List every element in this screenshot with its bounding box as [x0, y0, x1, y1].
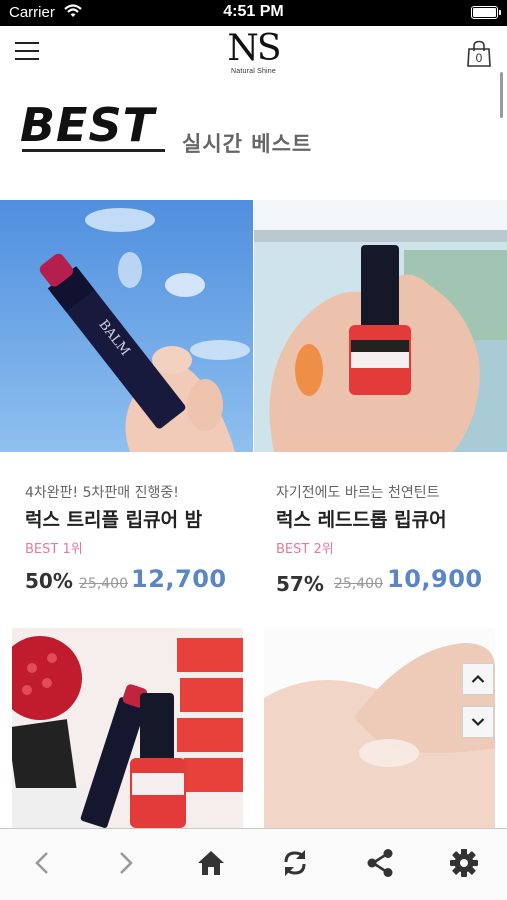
original-price: 25,400 — [334, 576, 383, 592]
product-card[interactable]: 자기전에도 바르는 천연틴트 럭스 레드드롭 립큐어 BEST 2위 57% 2… — [254, 200, 507, 610]
scrollbar[interactable] — [500, 72, 503, 118]
cart-button[interactable]: 0 — [466, 40, 492, 68]
bottom-toolbar — [0, 828, 507, 900]
scroll-top-button[interactable] — [462, 663, 494, 695]
chevron-right-icon — [120, 852, 133, 874]
brand-logo[interactable]: NS Natural Shine — [0, 28, 507, 76]
product-image[interactable]: BALM — [0, 200, 253, 452]
product-card[interactable] — [264, 628, 495, 828]
share-icon — [367, 849, 393, 877]
settings-button[interactable] — [444, 843, 484, 883]
product-image[interactable] — [254, 200, 507, 452]
product-card[interactable] — [12, 628, 243, 828]
back-button[interactable] — [22, 843, 62, 883]
product-tagline: 4차완판! 5차판매 진행중! — [25, 485, 179, 501]
product-image[interactable] — [12, 628, 243, 828]
title-underline — [22, 149, 165, 152]
home-icon — [198, 851, 224, 875]
scroll-bottom-button[interactable] — [462, 706, 494, 738]
status-bar: Carrier 4:51 PM — [0, 0, 507, 26]
share-button[interactable] — [360, 843, 400, 883]
chevron-down-icon — [471, 718, 485, 727]
home-button[interactable] — [191, 843, 231, 883]
product-tagline: 자기전에도 바르는 천연틴트 — [276, 485, 440, 501]
discount-rate: 50% — [25, 569, 73, 593]
best-rank-badge: BEST 2위 — [276, 542, 334, 557]
app-header: NS Natural Shine 0 — [0, 26, 507, 84]
sale-price: 12,700 — [131, 565, 227, 593]
clock: 4:51 PM — [223, 3, 284, 20]
section-title: BEST — [20, 98, 155, 152]
product-card[interactable]: BALM 4차완판! 5차판매 진행중! 럭스 트리플 립큐어 밤 BEST 1… — [0, 200, 253, 610]
logo-mark: NS — [227, 28, 281, 69]
chevron-left-icon — [35, 852, 48, 874]
forward-button[interactable] — [106, 843, 146, 883]
refresh-button[interactable] — [275, 843, 315, 883]
logo-subtext: Natural Shine — [230, 68, 276, 75]
chevron-up-icon — [471, 674, 485, 683]
cart-count: 0 — [475, 51, 483, 65]
best-rank-badge: BEST 1위 — [25, 542, 83, 557]
section-subtitle: 실시간 베스트 — [182, 132, 313, 156]
best-heading: BEST — [20, 98, 165, 152]
product-name[interactable]: 럭스 레드드롭 립큐어 — [276, 505, 447, 532]
battery-icon — [471, 6, 501, 19]
product-name[interactable]: 럭스 트리플 립큐어 밤 — [25, 505, 202, 532]
original-price: 25,400 — [79, 576, 128, 592]
gear-icon — [450, 849, 478, 877]
product-image[interactable] — [264, 628, 495, 828]
sale-price: 10,900 — [387, 565, 483, 593]
discount-rate: 57% — [276, 572, 324, 596]
refresh-icon — [284, 850, 306, 876]
